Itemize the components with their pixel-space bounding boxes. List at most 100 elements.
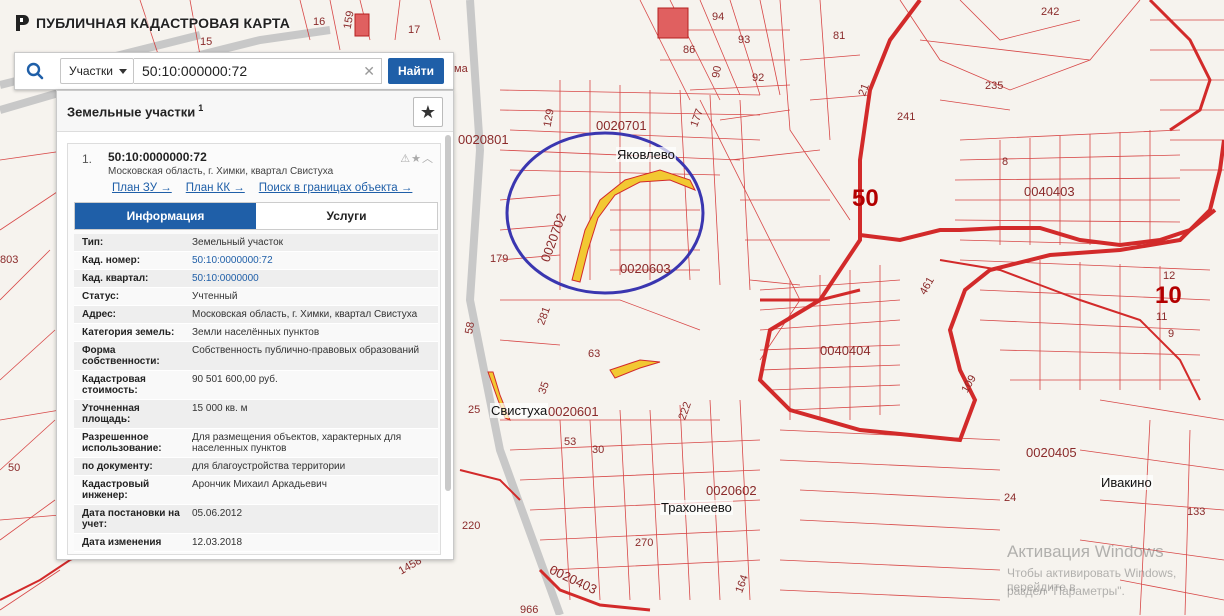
tab-services[interactable]: Услуги (256, 203, 437, 229)
parcel-number: 235 (985, 80, 1004, 92)
quarter-label: 0020603 (620, 261, 671, 276)
region-number: 50 (852, 185, 879, 212)
attribute-key: Дата постановки на учет: (82, 508, 180, 530)
search-bar: Участки 50:10:000000:72 ✕ Найти (14, 52, 454, 90)
attribute-row: Категория земель: Земли населённых пункто… (74, 324, 438, 342)
parcel-number: 242 (1041, 6, 1060, 18)
star-icon: ★ (419, 101, 437, 122)
parcel-number: 17 (408, 24, 421, 36)
result-title[interactable]: 50:10:0000000:72 (108, 150, 207, 164)
attribute-value: Для размещения объектов, характерных для… (192, 432, 402, 454)
result-index: 1. (82, 152, 93, 166)
attribute-row: Дата изменения 12.03.2018 (74, 534, 438, 552)
parcel-number: 94 (712, 11, 725, 23)
attribute-key: по документу: (82, 461, 153, 472)
attribute-row: Кад. квартал: 50:10:0000000 (74, 270, 438, 288)
result-tabs: Информация Услуги (74, 202, 438, 230)
attribute-value: Земельный участок (192, 237, 284, 248)
favorite-button[interactable]: ★ (413, 97, 443, 127)
parcel-number: 25 (468, 404, 481, 416)
attribute-key: Категория земель: (82, 327, 175, 338)
activation-watermark-line: раздел "Параметры". (1007, 584, 1125, 598)
attribute-key: Тип: (82, 237, 104, 248)
parcel-number: 133 (1187, 506, 1206, 518)
parcel-number: 63 (588, 348, 601, 360)
plan-kk-link[interactable]: План КК → (186, 182, 245, 194)
search-icon[interactable] (15, 53, 55, 89)
cad-number-link[interactable]: 50:10:0000000:72 (186, 252, 438, 269)
scrollbar[interactable] (445, 135, 451, 491)
attribute-row: Уточненная площадь: 15 000 кв. м (74, 400, 438, 429)
parcel-number: 12 (1163, 270, 1176, 282)
attribute-key: Кадастровая стоимость: (82, 374, 146, 396)
object-type-label: Участки (69, 64, 113, 78)
attribute-row: Кад. номер: 50:10:0000000:72 (74, 252, 438, 270)
warning-icon[interactable]: ⚠ (400, 153, 411, 165)
tab-information[interactable]: Информация (75, 203, 256, 229)
cad-quarter-link[interactable]: 50:10:0000000 (186, 270, 438, 287)
attribute-row: Дата постановки на учет: 05.06.2012 (74, 505, 438, 534)
building-mark (657, 7, 689, 39)
search-input[interactable]: 50:10:000000:72 ✕ (134, 58, 382, 84)
plan-zu-link[interactable]: План ЗУ → (112, 182, 172, 194)
result-card: 1. 50:10:0000000:72 Московская область, … (67, 143, 441, 555)
parcel-number: 93 (738, 34, 751, 46)
parcel-number: 50 (8, 462, 21, 474)
attribute-row: по документу: для благоустройства террито… (74, 458, 438, 476)
panel-title: Земельные участки 1 (67, 103, 203, 119)
attribute-key: Кад. номер: (82, 255, 141, 266)
attribute-row: Тип: Земельный участок (74, 234, 438, 252)
attribute-row: Форма собственности: Собственность публич… (74, 342, 438, 371)
object-type-select[interactable]: Участки (60, 58, 134, 84)
place-label: Свистуха (490, 403, 549, 418)
panel-header: Земельные участки 1 ★ (57, 91, 453, 132)
building-mark (354, 13, 370, 37)
results-panel: Земельные участки 1 ★ 1. 50:10:0000000:72… (56, 90, 454, 560)
quarter-label: 0020701 (596, 118, 647, 133)
attribute-key: Адрес: (82, 309, 116, 320)
attribute-key: Уточненная площадь: (82, 403, 140, 425)
app-title: ПУБЛИЧНАЯ КАДАСТРОВАЯ КАРТА (36, 15, 291, 31)
parcel-number: ма (454, 63, 468, 75)
parcel-number: 81 (833, 30, 846, 42)
parcel-number: 86 (683, 44, 696, 56)
parcel-number: 8 (1002, 156, 1009, 168)
star-icon[interactable]: ★ (411, 153, 422, 165)
quarter-label: 0040404 (820, 343, 871, 358)
place-label: Яковлево (616, 147, 676, 162)
attribute-row: Адрес: Московская область, г. Химки, квар… (74, 306, 438, 324)
find-button[interactable]: Найти (388, 58, 444, 84)
parcel-number: 58 (463, 320, 478, 336)
attribute-value: Земли населённых пунктов (192, 327, 320, 338)
attribute-value: Учтенный (192, 291, 238, 302)
parcel-number: 9 (1168, 328, 1175, 340)
search-in-bounds-link[interactable]: Поиск в границах объекта → (259, 182, 413, 194)
panel-title-text: Земельные участки (67, 104, 196, 120)
app-header: ПУБЛИЧНАЯ КАДАСТРОВАЯ КАРТА (14, 14, 290, 32)
attribute-value: Собственность публично-правовых образова… (192, 345, 420, 356)
attribute-value: 05.06.2012 (192, 508, 243, 519)
parcel-number: 803 (0, 254, 19, 266)
attribute-key: Форма собственности: (82, 345, 160, 367)
parcel-number: 53 (564, 436, 577, 448)
region-number: 10 (1155, 282, 1182, 309)
search-icon (26, 62, 44, 80)
parcel-number: 966 (520, 604, 539, 616)
results-count: 1 (198, 102, 204, 113)
parcel-number: 241 (897, 111, 916, 123)
attribute-row: Разрешенное использование: Для размещения… (74, 429, 438, 458)
chevron-up-icon[interactable]: ︿ (422, 153, 434, 165)
attribute-key: Дата изменения (82, 537, 162, 548)
quarter-label: 0020601 (548, 404, 599, 419)
attribute-key: Статус: (82, 291, 120, 302)
quarter-label: 0020405 (1026, 445, 1077, 460)
parcel-number: 24 (1004, 492, 1017, 504)
result-address: Московская область, г. Химки, квартал Св… (108, 166, 334, 177)
parcel-number: 220 (462, 520, 481, 532)
place-label: Трахонеево (660, 500, 733, 515)
attribute-key: Разрешенное использование: (82, 432, 162, 454)
logo-icon (16, 15, 29, 31)
parcel-number: 16 (313, 16, 326, 28)
close-icon[interactable]: ✕ (363, 63, 375, 80)
attribute-value: 15 000 кв. м (192, 403, 248, 414)
